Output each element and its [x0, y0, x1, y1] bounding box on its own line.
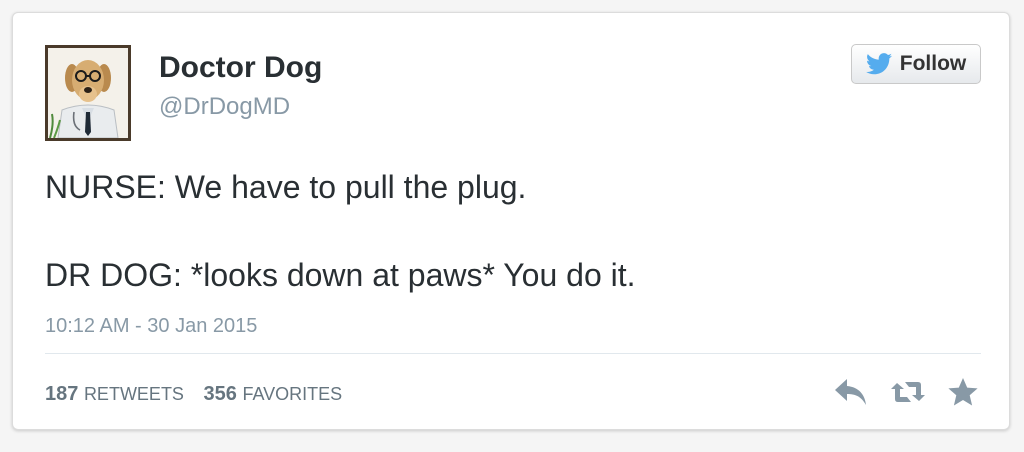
tweet-line-1: NURSE: We have to pull the plug.: [45, 169, 527, 205]
display-name[interactable]: Doctor Dog: [159, 51, 322, 85]
twitter-bird-icon: [865, 53, 892, 75]
avatar[interactable]: [45, 45, 131, 141]
retweet-icon[interactable]: [889, 377, 927, 407]
tweet-text: NURSE: We have to pull the plug. DR DOG:…: [45, 165, 636, 297]
retweets-label[interactable]: RETWEETS: [84, 384, 184, 404]
reply-icon[interactable]: [833, 377, 869, 407]
tweet-timestamp[interactable]: 10:12 AM - 30 Jan 2015: [45, 315, 257, 338]
tweet-stats: 187 RETWEETS 356 FAVORITES: [45, 383, 356, 406]
favorites-label[interactable]: FAVORITES: [242, 384, 342, 404]
tweet-actions: [833, 377, 979, 407]
dog-doctor-portrait-icon: [48, 48, 128, 138]
user-handle[interactable]: @DrDogMD: [159, 93, 290, 121]
star-icon[interactable]: [947, 377, 979, 407]
tweet-card: Doctor Dog @DrDogMD Follow NURSE: We hav…: [12, 12, 1010, 430]
divider: [45, 353, 981, 354]
follow-button-label: Follow: [899, 52, 967, 75]
favorites-count[interactable]: 356: [204, 383, 237, 405]
tweet-line-2: DR DOG: *looks down at paws* You do it.: [45, 257, 636, 293]
tweet-line-gap: [45, 209, 636, 253]
retweets-count[interactable]: 187: [45, 383, 78, 405]
follow-button[interactable]: Follow: [851, 44, 981, 84]
